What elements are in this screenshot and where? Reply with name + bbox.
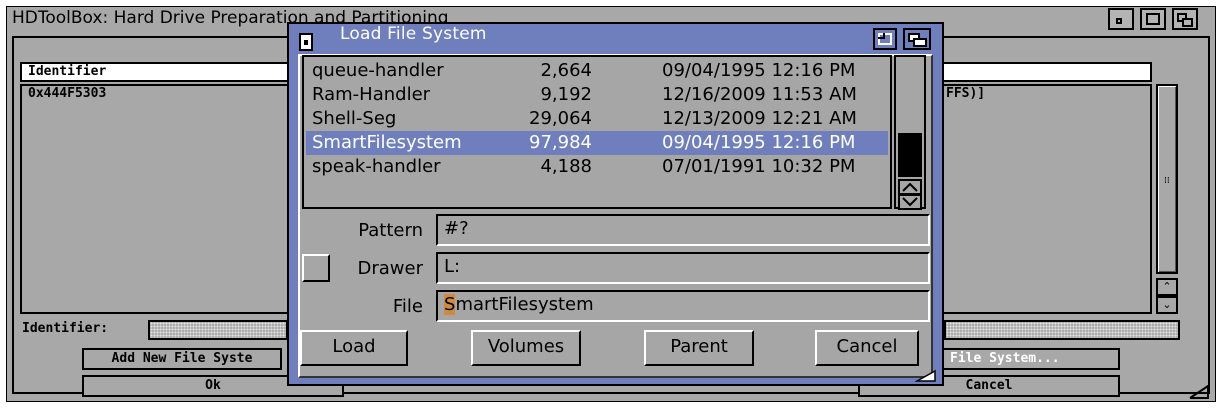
drawer-label: Drawer bbox=[357, 258, 424, 279]
list-item-trailing: FFS)] bbox=[946, 86, 986, 101]
file-size: 4,188 bbox=[540, 156, 592, 177]
parent-button[interactable]: Parent bbox=[644, 330, 754, 366]
depth-icon[interactable] bbox=[903, 28, 931, 50]
grip-icon: ⁞⁞ bbox=[1164, 176, 1170, 186]
main-scrollbar[interactable]: ⁞⁞ bbox=[1156, 84, 1178, 274]
text-cursor: S bbox=[444, 294, 456, 315]
drawer-value: L: bbox=[444, 256, 461, 277]
file-name: SmartFilesystem bbox=[312, 132, 462, 153]
file-size: 9,192 bbox=[540, 84, 592, 105]
drawer-input[interactable]: L: bbox=[436, 252, 930, 284]
file-row[interactable]: Ram-Handler 9,192 12/16/2009 11:53 AM bbox=[306, 83, 888, 107]
pattern-input[interactable]: #? bbox=[436, 214, 930, 246]
scroll-up-icon[interactable] bbox=[898, 179, 922, 195]
main-scroll-arrows[interactable]: ⌃ ⌄ bbox=[1156, 278, 1178, 314]
zoom-icon[interactable] bbox=[873, 28, 897, 50]
file-date: 12/16/2009 11:53 AM bbox=[662, 84, 857, 105]
update-file-system-button[interactable]: File System... bbox=[940, 348, 1120, 370]
scroll-up-icon[interactable]: ⌃ bbox=[1156, 278, 1178, 296]
file-row[interactable]: speak-handler 4,188 07/01/1991 10:32 PM bbox=[306, 155, 888, 179]
file-size: 97,984 bbox=[529, 132, 592, 153]
cancel-button[interactable]: Cancel bbox=[815, 330, 919, 366]
iconify-icon[interactable] bbox=[1108, 8, 1134, 30]
file-name: queue-handler bbox=[312, 60, 444, 81]
file-date: 09/04/1995 12:16 PM bbox=[662, 60, 856, 81]
identifier-label: Identifier: bbox=[22, 321, 109, 336]
file-size: 29,064 bbox=[529, 108, 592, 129]
file-row-selected[interactable]: SmartFilesystem 97,984 09/04/1995 12:16 … bbox=[306, 131, 888, 155]
file-name: Shell-Seg bbox=[312, 108, 397, 129]
dialog-title: Load File System bbox=[340, 24, 487, 44]
pattern-value: #? bbox=[444, 218, 469, 239]
depth-icon[interactable] bbox=[1172, 8, 1198, 30]
list-item-identifier[interactable]: 0x444F5303 bbox=[28, 86, 106, 101]
scroll-down-icon[interactable]: ⌄ bbox=[1156, 296, 1178, 314]
identifier-input-right[interactable] bbox=[944, 320, 1180, 340]
column-header-identifier: Identifier bbox=[28, 64, 107, 79]
file-name: speak-handler bbox=[312, 156, 441, 177]
identifier-input-left[interactable] bbox=[148, 320, 288, 340]
file-value: martFilesystem bbox=[455, 294, 594, 315]
file-label: File bbox=[392, 296, 423, 317]
main-resize-icon[interactable] bbox=[1188, 384, 1210, 400]
load-file-system-dialog: Load File System queue-handler 2,664 09/… bbox=[287, 22, 944, 386]
file-date: 07/01/1991 10:32 PM bbox=[662, 156, 856, 177]
load-button[interactable]: Load bbox=[300, 330, 408, 366]
scroll-knob[interactable] bbox=[898, 133, 922, 177]
file-date: 09/04/1995 12:16 PM bbox=[662, 132, 856, 153]
scroll-down-icon[interactable] bbox=[898, 194, 922, 210]
file-row[interactable]: queue-handler 2,664 09/04/1995 12:16 PM bbox=[306, 59, 888, 83]
close-icon[interactable] bbox=[299, 33, 313, 51]
file-row[interactable]: Shell-Seg 29,064 12/13/2009 12:21 AM bbox=[306, 107, 888, 131]
file-input[interactable]: SmartFilesystem bbox=[436, 290, 930, 322]
add-new-file-system-button[interactable]: Add New File Syste bbox=[82, 348, 282, 370]
file-list[interactable]: queue-handler 2,664 09/04/1995 12:16 PM … bbox=[302, 55, 892, 209]
resize-icon[interactable] bbox=[914, 368, 937, 382]
pattern-label: Pattern bbox=[358, 220, 423, 241]
file-size: 2,664 bbox=[540, 60, 592, 81]
file-date: 12/13/2009 12:21 AM bbox=[662, 108, 857, 129]
zoom-icon[interactable] bbox=[1140, 8, 1166, 30]
volumes-button[interactable]: Volumes bbox=[471, 330, 581, 366]
file-name: Ram-Handler bbox=[312, 84, 431, 105]
